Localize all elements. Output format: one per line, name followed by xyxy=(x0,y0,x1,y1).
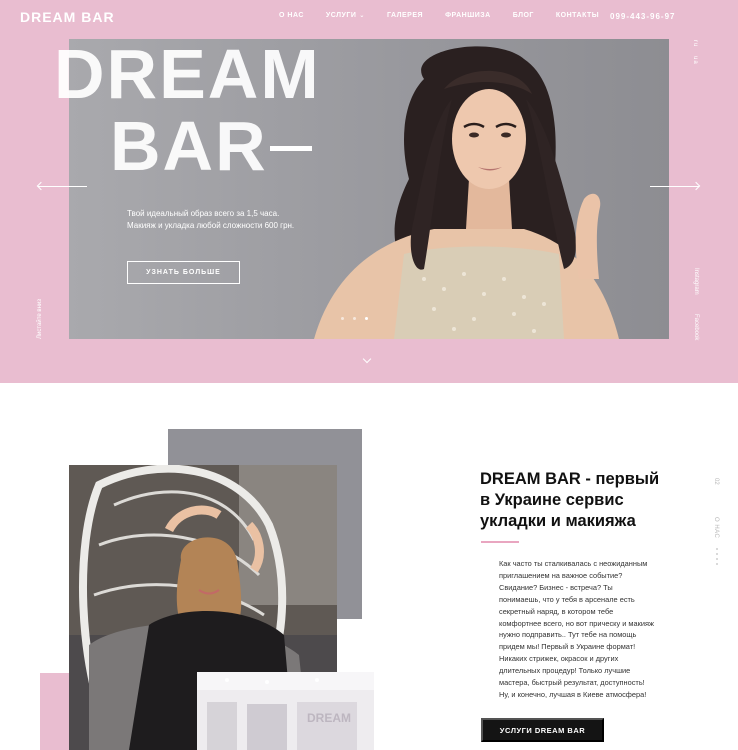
hero-title-line1: DREAM xyxy=(54,35,321,113)
decor-pink-block xyxy=(40,673,72,750)
salon-photo: DREAM xyxy=(197,672,374,750)
slider-dot[interactable] xyxy=(341,317,344,320)
language-switcher: ru ua xyxy=(692,40,698,71)
hero-woman-image xyxy=(314,46,619,339)
slider-dot[interactable] xyxy=(353,317,356,320)
menu-item-gallery[interactable]: ГАЛЕРЕЯ xyxy=(387,12,423,19)
section-label: О НАС xyxy=(713,517,719,539)
section-dot[interactable] xyxy=(716,553,718,555)
lang-ru[interactable]: ru xyxy=(692,40,698,47)
top-navigation: DREAM BAR О НАС УСЛУГИ ⌄ ГАЛЕРЕЯ ФРАНШИЗА… xyxy=(0,0,738,34)
section-dot[interactable] xyxy=(716,548,718,550)
menu-item-contacts[interactable]: КОНТАКТЫ xyxy=(556,12,599,19)
chevron-down-icon[interactable] xyxy=(362,354,372,364)
menu-item-blog[interactable]: БЛОГ xyxy=(513,12,534,19)
phone-number[interactable]: 099-443-96-97 xyxy=(610,12,675,21)
slider-dot-active[interactable] xyxy=(365,317,368,320)
about-text: Как часто ты сталкивалась с неожиданным … xyxy=(499,559,654,699)
instagram-link[interactable]: Instagram xyxy=(693,268,699,295)
section-dot[interactable] xyxy=(716,558,718,560)
salon-photo-image: DREAM xyxy=(197,672,374,750)
section-dot[interactable] xyxy=(716,563,718,565)
section-index: 02 xyxy=(713,478,719,485)
slider-dots xyxy=(341,317,368,320)
hero-title: DREAM BAR xyxy=(54,38,321,182)
learn-more-button[interactable]: УЗНАТЬ БОЛЬШЕ xyxy=(127,261,240,284)
section-nav-dots xyxy=(716,548,718,565)
logo[interactable]: DREAM BAR xyxy=(20,9,115,25)
menu-item-services[interactable]: УСЛУГИ ⌄ xyxy=(326,12,365,19)
about-title: DREAM BAR - первый в Украине сервис укла… xyxy=(480,470,660,530)
hero-tagline: Твой идеальный образ всего за 1,5 часа. … xyxy=(127,209,295,230)
about-divider xyxy=(481,541,519,543)
lang-ua[interactable]: ua xyxy=(692,56,698,65)
chevron-down-icon: ⌄ xyxy=(359,13,365,19)
hero-section: DREAM BAR О НАС УСЛУГИ ⌄ ГАЛЕРЕЯ ФРАНШИЗА… xyxy=(0,0,738,383)
menu-item-about[interactable]: О НАС xyxy=(279,12,304,19)
arrow-left-icon[interactable] xyxy=(38,186,87,187)
scroll-hint: Листайте вниз xyxy=(37,299,43,339)
arrow-right-icon[interactable] xyxy=(650,186,699,187)
services-button[interactable]: УСЛУГИ DREAM BAR xyxy=(481,718,604,742)
menu-item-franchise[interactable]: ФРАНШИЗА xyxy=(445,12,491,19)
facebook-link[interactable]: Facebook xyxy=(693,314,699,340)
main-menu: О НАС УСЛУГИ ⌄ ГАЛЕРЕЯ ФРАНШИЗА БЛОГ КОНТ… xyxy=(279,12,621,19)
svg-text:DREAM: DREAM xyxy=(307,711,351,725)
title-dash xyxy=(270,146,312,151)
